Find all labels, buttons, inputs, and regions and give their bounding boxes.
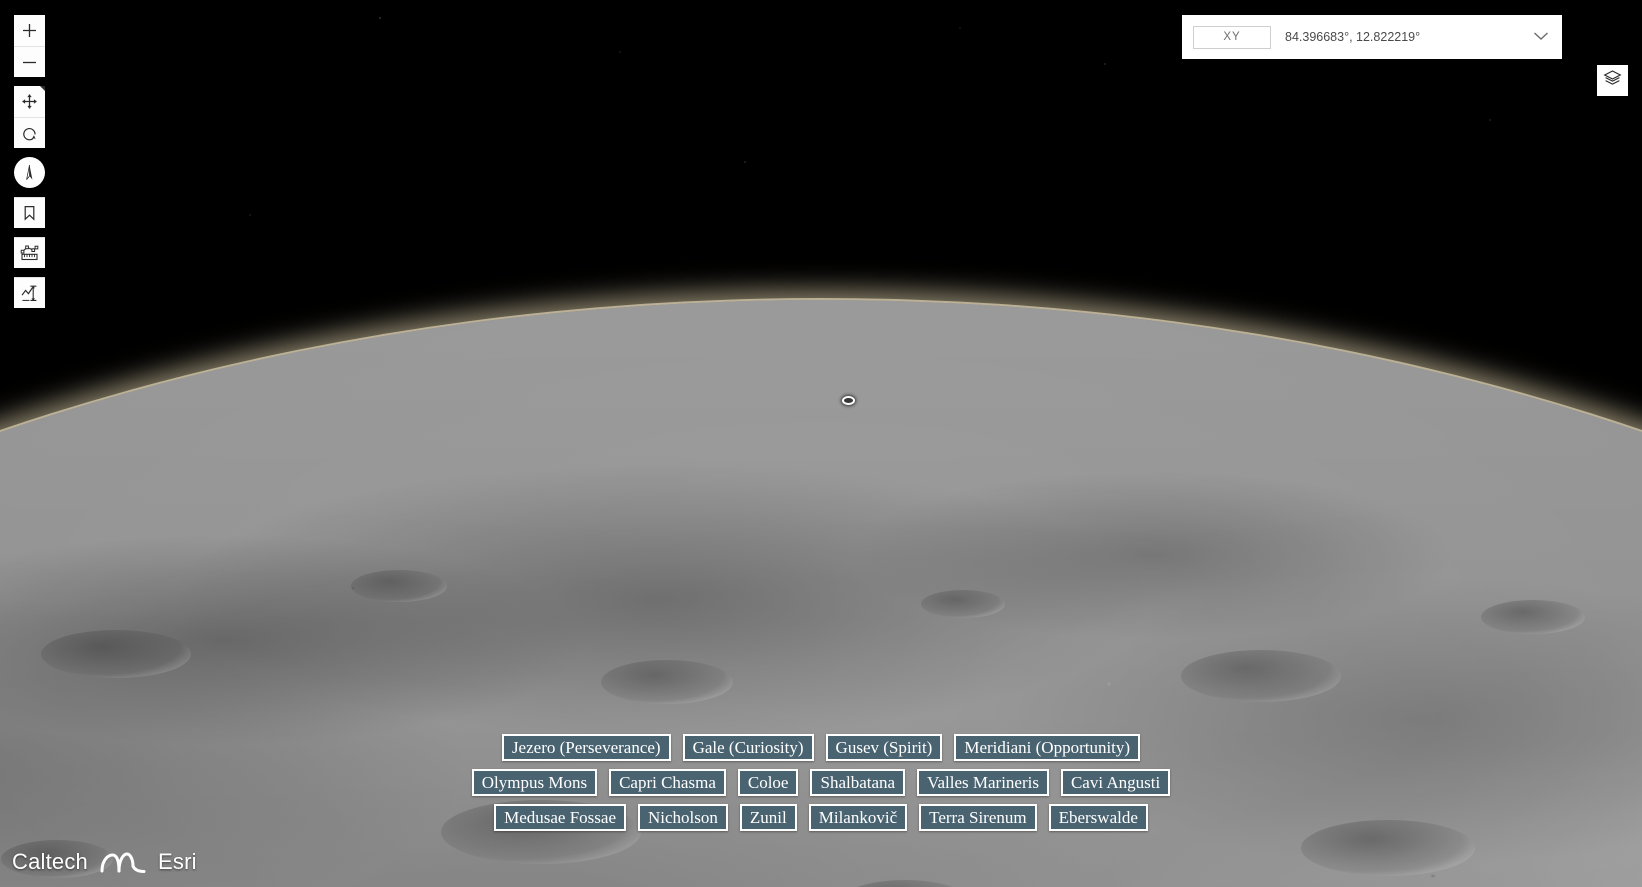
zoom-out-button[interactable] xyxy=(14,46,45,77)
navigation-toolbar xyxy=(14,15,45,308)
measure-line-icon xyxy=(20,244,39,262)
elevation-profile-icon xyxy=(20,284,39,303)
zoom-control-group xyxy=(14,15,45,77)
place-label-row: Olympus Mons Capri Chasma Coloe Shalbata… xyxy=(472,769,1170,796)
place-label[interactable]: Zunil xyxy=(740,804,797,831)
attribution-caltech-text: Caltech xyxy=(12,849,88,875)
pan-rotate-group xyxy=(14,86,45,148)
place-label[interactable]: Nicholson xyxy=(638,804,728,831)
bookmark-icon xyxy=(22,205,37,221)
place-label-row: Jezero (Perseverance) Gale (Curiosity) G… xyxy=(502,734,1140,761)
surface-texture xyxy=(0,300,1642,887)
attribution-bar: Caltech Esri xyxy=(12,849,197,875)
place-label[interactable]: Coloe xyxy=(738,769,799,796)
bookmarks-button[interactable] xyxy=(14,197,45,228)
attribution-esri-text: Esri xyxy=(158,849,197,875)
zoom-in-button[interactable] xyxy=(14,15,45,46)
plus-icon xyxy=(22,23,37,38)
coordinate-readout-widget: XY 84.396683°, 12.822219° xyxy=(1182,15,1562,59)
layers-icon xyxy=(1603,69,1622,93)
place-label[interactable]: Terra Sirenum xyxy=(919,804,1036,831)
rotate-button[interactable] xyxy=(14,117,45,148)
rotate-icon xyxy=(21,125,38,142)
horizon-rim-glow xyxy=(0,300,1642,887)
place-label[interactable]: Olympus Mons xyxy=(472,769,597,796)
selected-location-marker[interactable] xyxy=(842,396,855,405)
pan-arrows-icon xyxy=(21,93,38,110)
place-label[interactable]: Gale (Curiosity) xyxy=(683,734,814,761)
compass-button[interactable] xyxy=(14,157,45,188)
compass-needle-icon xyxy=(20,163,39,182)
coordinate-value: 84.396683°, 12.822219° xyxy=(1285,30,1520,44)
layers-button[interactable] xyxy=(1597,65,1628,96)
place-label[interactable]: Milankovič xyxy=(809,804,907,831)
scene-viewer-app: XY 84.396683°, 12.822219° Jezero (Persev… xyxy=(0,0,1642,887)
place-label[interactable]: Shalbatana xyxy=(810,769,905,796)
place-label[interactable]: Jezero (Perseverance) xyxy=(502,734,671,761)
surface-albedo-regions xyxy=(0,300,1642,887)
mode-indicator-corner xyxy=(40,86,45,91)
coordinate-mode-button[interactable]: XY xyxy=(1193,26,1271,49)
coordinate-expand-button[interactable] xyxy=(1520,15,1562,59)
place-label[interactable]: Meridiani (Opportunity) xyxy=(954,734,1140,761)
place-label[interactable]: Gusev (Spirit) xyxy=(826,734,943,761)
place-label[interactable]: Valles Marineris xyxy=(917,769,1049,796)
limb-shading xyxy=(0,300,1642,887)
place-label[interactable]: Eberswalde xyxy=(1049,804,1148,831)
esri-globe-logo xyxy=(99,850,147,874)
place-label[interactable]: Cavi Angusti xyxy=(1061,769,1170,796)
pan-button[interactable] xyxy=(14,86,45,117)
place-label[interactable]: Capri Chasma xyxy=(609,769,726,796)
crater-field xyxy=(0,300,1642,887)
elevation-profile-button[interactable] xyxy=(14,277,45,308)
place-label[interactable]: Medusae Fossae xyxy=(494,804,626,831)
minus-icon xyxy=(22,55,37,70)
place-label-row: Medusae Fossae Nicholson Zunil Milankovi… xyxy=(494,804,1148,831)
chevron-down-icon xyxy=(1533,28,1549,46)
mars-globe xyxy=(0,300,1642,887)
measure-distance-button[interactable] xyxy=(14,237,45,268)
